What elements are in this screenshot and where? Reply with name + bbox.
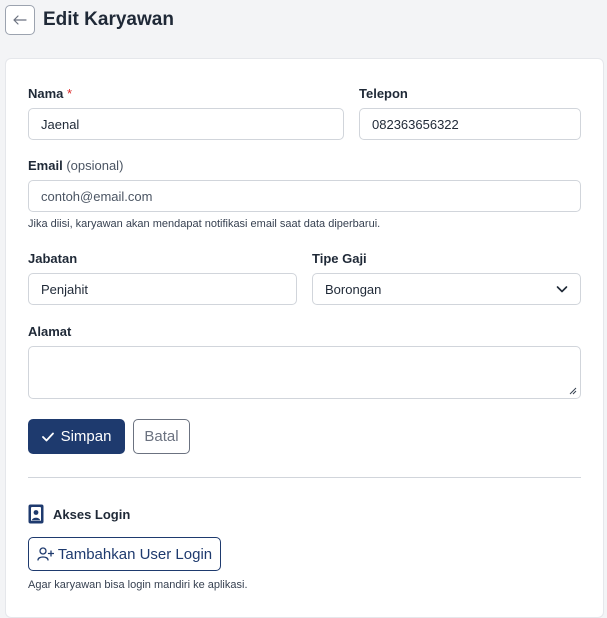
tipe-gaji-select[interactable]: Borongan [312,273,581,305]
alamat-textarea[interactable] [28,346,581,399]
cancel-button[interactable]: Batal [133,419,190,454]
email-field-group: Email (opsional) contoh@email.com Jika d… [28,158,581,230]
user-plus-icon [37,547,54,561]
telepon-input[interactable]: 082363656322 [359,108,581,140]
add-user-login-button[interactable]: Tambahkan User Login [28,537,221,571]
employee-form-card: Nama * Jaenal Telepon 082363656322 Email… [5,58,604,618]
page-header: Edit Karyawan [5,5,174,35]
chevron-down-icon [556,286,568,293]
cancel-button-label: Batal [144,428,179,445]
save-button[interactable]: Simpan [28,419,125,454]
nama-input[interactable]: Jaenal [28,108,344,140]
page-title: Edit Karyawan [43,9,174,30]
email-hint: Jika diisi, karyawan akan mendapat notif… [28,218,381,230]
login-section-title: Akses Login [53,506,131,522]
email-label: Email (opsional) [28,158,124,173]
tipe-gaji-selected: Borongan [325,281,382,297]
jabatan-input[interactable]: Penjahit [28,273,297,305]
back-button[interactable] [5,5,35,35]
check-icon [41,432,54,441]
telepon-field-group: Telepon 082363656322 [359,86,581,140]
alamat-field-group: Alamat [28,324,581,399]
alamat-label: Alamat [28,324,72,339]
nama-field-group: Nama * Jaenal [28,86,344,140]
id-badge-icon [28,504,44,524]
email-input[interactable]: contoh@email.com [28,180,581,212]
add-user-login-label: Tambahkan User Login [57,545,213,563]
login-section-header: Akses Login [28,504,130,524]
arrow-left-icon [13,15,27,25]
optional-label: (opsional) [66,158,124,173]
resize-handle-icon[interactable] [569,387,577,395]
save-button-label: Simpan [60,428,112,445]
tipe-gaji-field-group: Tipe Gaji Borongan [312,251,581,305]
nama-label: Nama * [28,86,73,101]
login-hint: Agar karyawan bisa login mandiri ke apli… [28,579,248,591]
section-divider [28,477,581,478]
required-mark: * [67,86,73,101]
jabatan-label: Jabatan [28,251,78,266]
jabatan-field-group: Jabatan Penjahit [28,251,297,305]
tipe-gaji-label: Tipe Gaji [312,251,367,266]
telepon-label: Telepon [359,86,408,101]
